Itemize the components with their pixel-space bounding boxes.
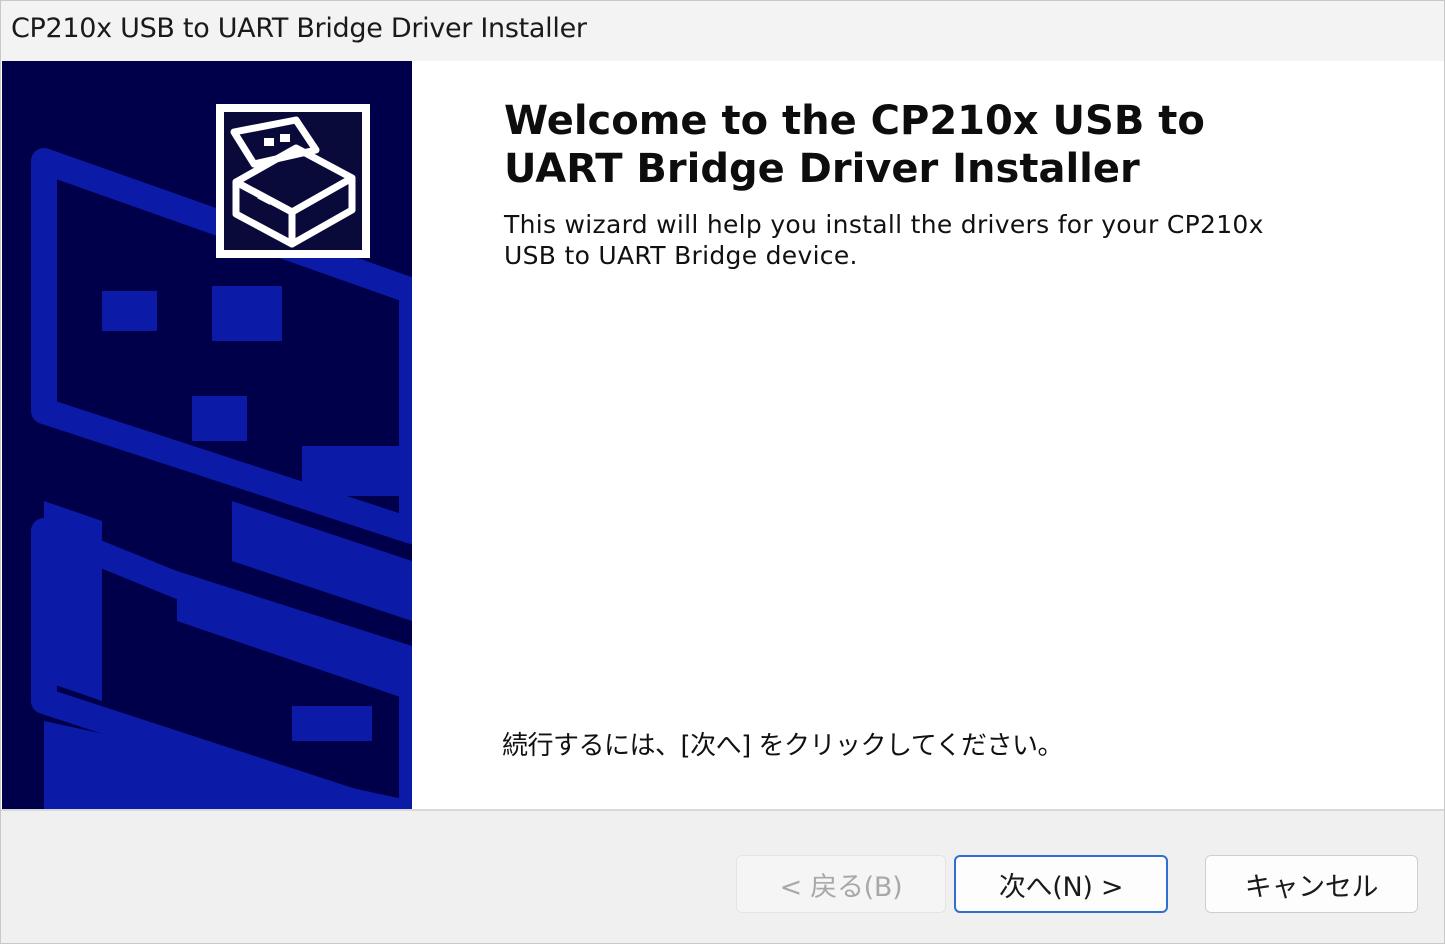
next-button[interactable]: 次へ(N) > [954, 855, 1168, 913]
wizard-footer: < 戻る(B) 次へ(N) > キャンセル [1, 811, 1444, 943]
welcome-description: This wizard will help you install the dr… [504, 210, 1264, 270]
welcome-heading: Welcome to the CP210x USB to UART Bridge… [504, 98, 1205, 192]
wizard-sidebar [2, 61, 412, 809]
wizard-content: Welcome to the CP210x USB to UART Bridge… [412, 61, 1444, 809]
title-bar[interactable]: CP210x USB to UART Bridge Driver Install… [1, 1, 1444, 61]
installer-window: CP210x USB to UART Bridge Driver Install… [0, 0, 1445, 944]
continue-instruction: 続行するには、[次へ] をクリックしてください。 [502, 731, 1064, 761]
window-title: CP210x USB to UART Bridge Driver Install… [11, 13, 587, 44]
back-button[interactable]: < 戻る(B) [736, 855, 946, 913]
cancel-button[interactable]: キャンセル [1205, 855, 1418, 913]
installer-logo [216, 104, 370, 258]
installer-box-icon [230, 116, 356, 248]
